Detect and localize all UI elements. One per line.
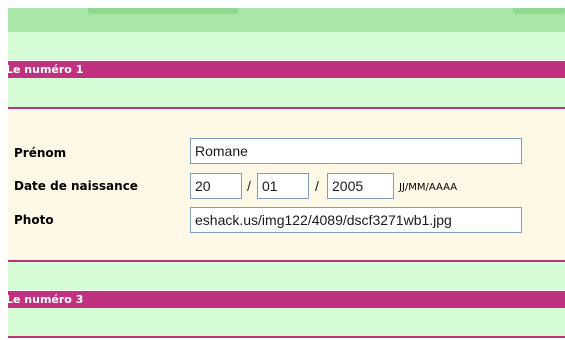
section-3-divider bbox=[8, 336, 565, 338]
photo-input[interactable]: eshack.us/img122/4089/dscf3271wb1.jpg bbox=[190, 207, 522, 233]
section-3-band bbox=[8, 308, 565, 337]
date-separator-2: / bbox=[315, 178, 319, 194]
photo-label: Photo bbox=[14, 213, 54, 227]
form-panel: Prénom Romane Date de naissance 20 / 01 … bbox=[8, 110, 565, 262]
birth-year-input[interactable]: 2005 bbox=[327, 173, 394, 199]
birthdate-label: Date de naissance bbox=[14, 179, 138, 193]
prenom-label: Prénom bbox=[14, 146, 67, 160]
spacer-band bbox=[8, 32, 565, 60]
section-header-1: Le numéro 1 bbox=[8, 61, 565, 78]
spacer-band-2 bbox=[8, 262, 565, 290]
date-format-hint: JJ/MM/AAAA bbox=[399, 182, 458, 193]
section-1-band bbox=[8, 78, 565, 108]
section-header-3: Le numéro 3 bbox=[8, 291, 565, 308]
date-separator-1: / bbox=[247, 178, 251, 194]
birth-month-input[interactable]: 01 bbox=[257, 173, 309, 199]
page-frame: Le numéro 1 Prénom Romane Date de naissa… bbox=[8, 8, 565, 340]
top-tab-left bbox=[88, 8, 238, 14]
birth-day-input[interactable]: 20 bbox=[190, 173, 242, 199]
section-title-3: Le numéro 3 bbox=[8, 293, 84, 306]
top-tab-right bbox=[513, 8, 565, 14]
section-title-1: Le numéro 1 bbox=[8, 63, 84, 76]
top-banner bbox=[8, 8, 565, 32]
section-1-divider bbox=[8, 107, 565, 109]
prenom-input[interactable]: Romane bbox=[190, 138, 522, 164]
